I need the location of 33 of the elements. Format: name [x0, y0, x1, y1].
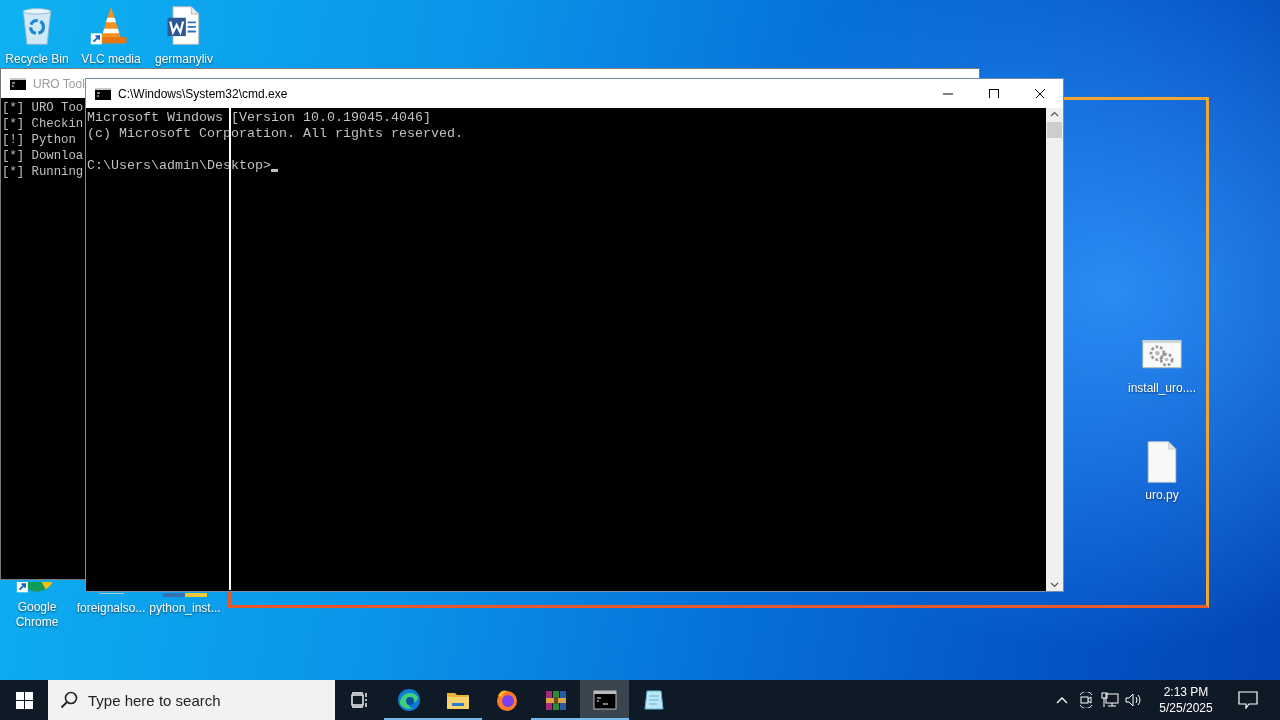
text-cursor: [270, 169, 278, 172]
camera-icon[interactable]: [1079, 692, 1093, 708]
books-icon: [543, 688, 568, 712]
console-line: [*] Running: [2, 164, 84, 180]
close-icon: [1035, 88, 1045, 99]
window-title: URO Tool: [33, 76, 85, 91]
icon-label[interactable]: uro.py: [1122, 488, 1202, 503]
notepad-icon: [641, 688, 666, 712]
console-taskbar-button[interactable]: [580, 680, 629, 720]
console-line: [*] Checkin: [2, 116, 84, 132]
console-icon: [592, 688, 617, 712]
edge-icon: [396, 688, 421, 712]
icon-label[interactable]: install_uro....: [1122, 381, 1202, 396]
search-field[interactable]: Type here to search: [48, 680, 335, 720]
chevron-up-icon[interactable]: [1056, 696, 1068, 704]
task-view-icon: [350, 692, 369, 708]
window-title: C:\Windows\System32\cmd.exe: [118, 86, 288, 101]
clock[interactable]: 2:13 PM 5/25/2025: [1146, 684, 1226, 716]
scrollbar[interactable]: [1046, 108, 1063, 591]
maximize-icon: [989, 88, 999, 99]
windows-logo-icon: [15, 691, 33, 709]
console-line: Microsoft Windows [Version 10.0.19045.4046]: [87, 110, 431, 126]
volume-icon[interactable]: [1125, 692, 1143, 708]
scrollbar-thumb[interactable]: [1047, 122, 1062, 138]
console-icon: [95, 87, 111, 100]
speech-bubble-icon: [1238, 691, 1258, 709]
firefox-icon: [494, 688, 519, 712]
network-icon[interactable]: [1101, 692, 1119, 708]
console-icon: [10, 77, 26, 90]
search-icon: [60, 691, 78, 709]
console-line: [!] Python: [2, 132, 76, 148]
console-line: [*] Downloa: [2, 148, 84, 164]
console-line: [*] URO Too: [2, 100, 84, 116]
